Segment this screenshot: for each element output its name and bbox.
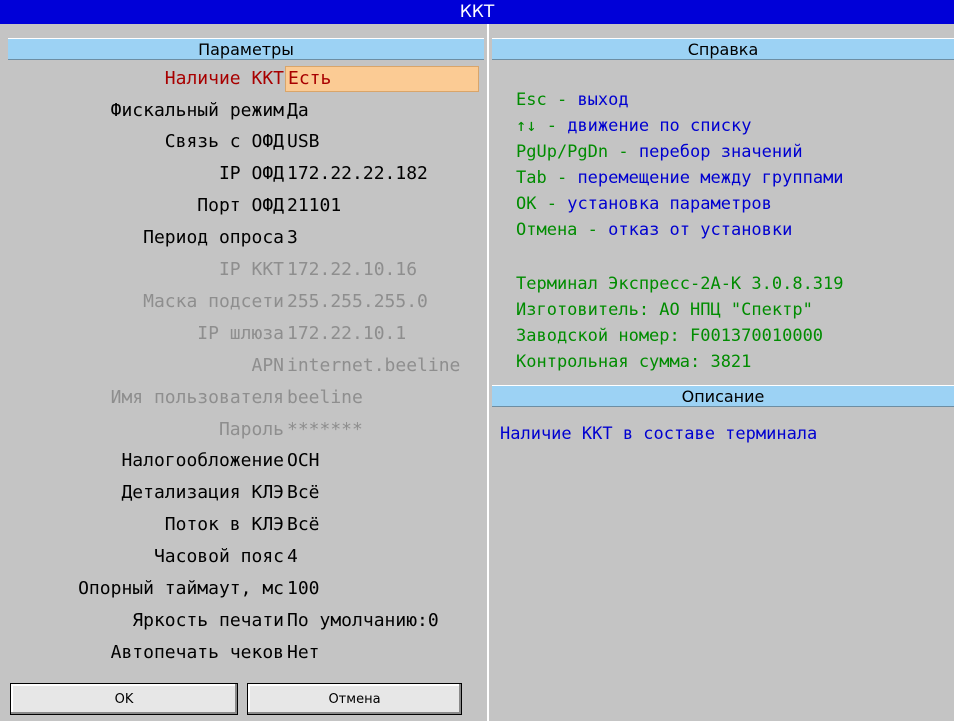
help-line: ↑↓ - движение по списку	[516, 114, 751, 138]
param-label: Опорный таймаут, мс	[78, 578, 284, 599]
param-row-kle-stream[interactable]: Поток в КЛЭ Всё	[0, 510, 487, 540]
help-line: Отмена - отказ от установки	[516, 218, 792, 242]
param-label: Связь с ОФД	[164, 131, 284, 152]
param-value[interactable]: 172.22.22.182	[287, 159, 428, 189]
param-label: Поток в КЛЭ	[164, 514, 284, 535]
help-line: OK - установка параметров	[516, 192, 772, 216]
help-desc: перемещение между группами	[577, 168, 844, 188]
param-row-subnet-mask[interactable]: Маска подсети 255.255.255.0	[0, 287, 487, 317]
param-value[interactable]: 21101	[287, 191, 341, 221]
info-line: Терминал Экспресс-2А-К 3.0.8.319	[516, 274, 844, 294]
param-label: Период опроса	[143, 227, 284, 248]
param-label: Имя пользователя	[110, 387, 284, 408]
help-key: Отмена	[516, 220, 578, 240]
param-row-taxation[interactable]: Налогообложение ОСН	[0, 446, 487, 476]
help-desc: выход	[577, 90, 629, 110]
help-desc: движение по списку	[567, 116, 752, 136]
help-sep: -	[546, 90, 578, 110]
help-sep: -	[577, 220, 609, 240]
param-row-base-timeout[interactable]: Опорный таймаут, мс 100	[0, 574, 487, 604]
param-row-kle-detail[interactable]: Детализация КЛЭ Всё	[0, 478, 487, 508]
param-value[interactable]: ОСН	[287, 446, 320, 476]
param-label: Яркость печати	[132, 610, 284, 631]
param-row-gateway-ip[interactable]: IP шлюза 172.22.10.1	[0, 319, 487, 349]
param-row-auto-print[interactable]: Автопечать чеков Нет	[0, 638, 487, 668]
help-desc: установка параметров	[567, 194, 772, 214]
param-value[interactable]: Есть	[285, 66, 479, 92]
help-key: OK	[516, 194, 537, 214]
description-text: Наличие ККТ в составе терминала	[500, 424, 818, 444]
param-row-kkt-ip[interactable]: IP ККТ 172.22.10.16	[0, 255, 487, 285]
param-label: Детализация КЛЭ	[121, 482, 284, 503]
param-label: APN	[251, 355, 284, 376]
param-row-print-brightness[interactable]: Яркость печати По умолчанию:0	[0, 606, 487, 636]
cancel-button[interactable]: Отмена	[247, 683, 462, 715]
param-label: Налогообложение	[121, 450, 284, 471]
parameters-header: Параметры	[8, 38, 484, 60]
param-row-ofd-connection[interactable]: Связь с ОФД USB	[0, 127, 487, 157]
help-desc: перебор значений	[638, 142, 803, 162]
ok-button[interactable]: OK	[10, 683, 238, 715]
param-label: Пароль	[218, 419, 284, 440]
param-row-ofd-port[interactable]: Порт ОФД 21101	[0, 191, 487, 221]
param-value[interactable]: 255.255.255.0	[287, 287, 428, 317]
param-row-timezone[interactable]: Часовой пояс 4	[0, 542, 487, 572]
description-header: Описание	[492, 385, 954, 407]
param-value[interactable]: 4	[287, 542, 298, 572]
info-line: Контрольная сумма: 3821	[516, 352, 752, 372]
help-desc: отказ от установки	[608, 220, 793, 240]
param-value[interactable]: 172.22.10.1	[287, 319, 406, 349]
param-label: Часовой пояс	[153, 546, 284, 567]
param-row-fiscal-mode[interactable]: Фискальный режим Да	[0, 96, 487, 126]
param-row-ofd-ip[interactable]: IP ОФД 172.22.22.182	[0, 159, 487, 189]
param-row-poll-period[interactable]: Период опроса 3	[0, 223, 487, 253]
param-row-username[interactable]: Имя пользователя beeline	[0, 383, 487, 413]
param-label: Наличие ККТ	[164, 68, 284, 89]
param-value[interactable]: USB	[287, 127, 320, 157]
help-key: Tab	[516, 168, 547, 188]
param-label: IP ККТ	[218, 259, 284, 280]
param-value[interactable]: *******	[287, 415, 363, 445]
param-value[interactable]: Всё	[287, 510, 320, 540]
help-line: PgUp/PgDn - перебор значений	[516, 140, 803, 164]
info-line: Изготовитель: АО НПЦ "Спектр"	[516, 300, 813, 320]
param-value[interactable]: Да	[287, 96, 309, 126]
param-value[interactable]: Нет	[287, 638, 320, 668]
param-value[interactable]: 3	[287, 223, 298, 253]
help-header: Справка	[492, 38, 954, 60]
param-label: Маска подсети	[143, 291, 284, 312]
param-value[interactable]: По умолчанию:0	[287, 606, 439, 636]
help-key: Esc	[516, 90, 547, 110]
window-title: ККТ	[0, 0, 954, 24]
help-line: Esc - выход	[516, 88, 629, 112]
help-sep: -	[536, 116, 568, 136]
param-value[interactable]: internet.beeline	[287, 351, 460, 381]
param-value[interactable]: beeline	[287, 383, 363, 413]
help-sep: -	[546, 168, 578, 188]
param-value[interactable]: 100	[287, 574, 320, 604]
param-label: IP ОФД	[218, 163, 284, 184]
param-label: IP шлюза	[197, 323, 284, 344]
param-label: Автопечать чеков	[110, 642, 284, 663]
help-sep: -	[608, 142, 639, 162]
param-label: Порт ОФД	[197, 195, 284, 216]
param-row-password[interactable]: Пароль *******	[0, 415, 487, 445]
param-row-apn[interactable]: APN internet.beeline	[0, 351, 487, 381]
param-row-kkt-presence[interactable]: Наличие ККТ Есть	[0, 64, 487, 94]
param-value[interactable]: 172.22.10.16	[287, 255, 417, 285]
help-key: PgUp/PgDn	[516, 142, 609, 162]
help-sep: -	[536, 194, 568, 214]
param-value[interactable]: Всё	[287, 478, 320, 508]
param-label: Фискальный режим	[110, 100, 284, 121]
info-line: Заводской номер: F001370010000	[516, 326, 824, 346]
help-line: Tab - перемещение между группами	[516, 166, 844, 190]
arrows-icon: ↑↓	[516, 116, 537, 136]
